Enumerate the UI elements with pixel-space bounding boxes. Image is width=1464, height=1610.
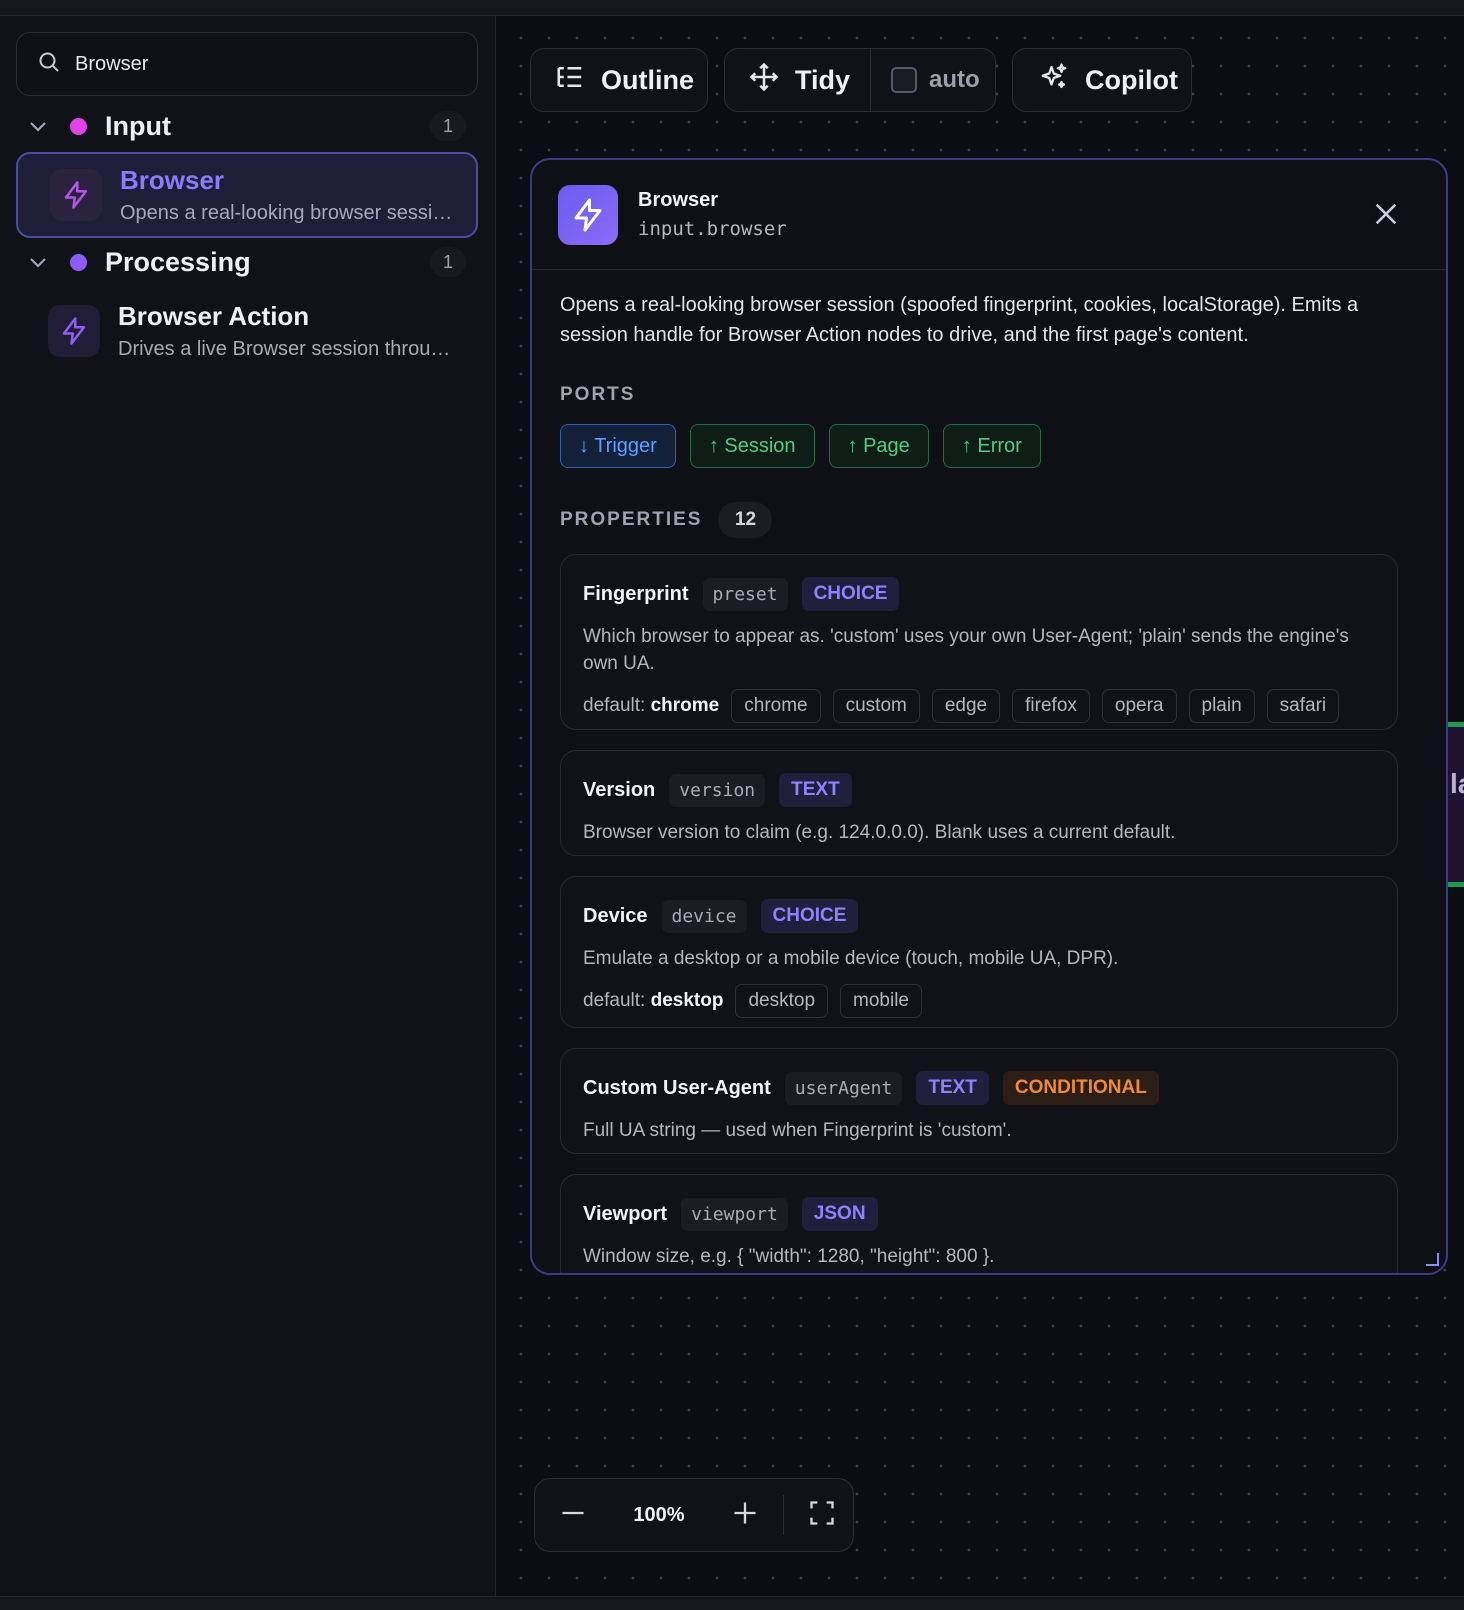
- panel-title: Browser: [638, 189, 719, 211]
- property-name: Fingerprint: [583, 582, 689, 605]
- property-options: default: desktop desktop mobile: [583, 984, 1375, 1018]
- auto-label: auto: [929, 66, 980, 93]
- canvas-node-peek-label: la: [1450, 768, 1464, 799]
- property-description: Emulate a desktop or a mobile device (to…: [583, 948, 1119, 969]
- group-title: Processing: [105, 246, 251, 277]
- properties-heading: PROPERTIES 12: [560, 502, 1420, 538]
- copilot-button[interactable]: Copilot: [1012, 48, 1192, 112]
- property-card-version[interactable]: Version version TEXT Browser version to …: [560, 750, 1398, 856]
- group-count-badge: 1: [430, 247, 466, 277]
- node-type-id: input.browser: [638, 218, 787, 240]
- tidy-group: Tidy auto: [724, 48, 996, 112]
- auto-checkbox[interactable]: [891, 67, 918, 93]
- property-name: Device: [583, 904, 648, 927]
- option-chip: mobile: [840, 984, 922, 1018]
- node-description: Opens a real-looking browser session (sp…: [560, 294, 1359, 346]
- property-name: Viewport: [583, 1202, 668, 1225]
- default-value: default: desktop: [583, 990, 724, 1011]
- lightning-icon: [558, 184, 618, 245]
- outline-label: Outline: [601, 64, 694, 95]
- property-card-custom-user-agent[interactable]: Custom User-Agent userAgent TEXT CONDITI…: [560, 1048, 1398, 1154]
- node-library-sidebar: Input 1 Browser Opens a real-looking bro…: [0, 16, 496, 1596]
- property-options: default: chrome chrome custom edge firef…: [583, 689, 1375, 723]
- divider: [783, 1495, 784, 1535]
- top-bar: [0, 0, 1464, 16]
- category-dot: [70, 253, 87, 271]
- property-name: Custom User-Agent: [583, 1076, 771, 1099]
- option-chip: custom: [832, 689, 920, 723]
- bottom-bar: [0, 1596, 1464, 1610]
- node-detail-panel: Browser input.browser Opens a real-looki…: [530, 158, 1448, 1275]
- properties-count-badge: 12: [718, 502, 773, 538]
- fit-view-icon[interactable]: [808, 1499, 836, 1532]
- group-header-input[interactable]: Input 1: [26, 106, 466, 146]
- property-description: Window size, e.g. { "width": 1280, "heig…: [583, 1246, 995, 1267]
- tidy-button[interactable]: Tidy: [795, 65, 850, 96]
- default-value: default: chrome: [583, 695, 720, 716]
- search-input[interactable]: [75, 52, 455, 76]
- property-key: userAgent: [784, 1071, 903, 1105]
- node-item-browser[interactable]: Browser Opens a real-looking browser ses…: [16, 152, 478, 238]
- outline-icon: [555, 62, 601, 99]
- type-badge: CHOICE: [801, 577, 900, 611]
- option-chip: plain: [1188, 689, 1255, 723]
- divider: [870, 48, 872, 112]
- group-title: Input: [105, 110, 171, 141]
- lightning-icon: [48, 305, 100, 357]
- property-description: Browser version to claim (e.g. 124.0.0.0…: [583, 822, 1176, 843]
- node-title: Browser Action: [118, 301, 310, 331]
- port-session[interactable]: ↑ Session: [689, 424, 815, 468]
- option-chip: desktop: [735, 984, 829, 1018]
- option-chip: opera: [1101, 689, 1177, 723]
- node-item-browser-action[interactable]: Browser Action Drives a live Browser ses…: [16, 288, 478, 374]
- type-badge: TEXT: [916, 1071, 989, 1105]
- zoom-level: 100%: [633, 1503, 685, 1526]
- category-dot: [70, 117, 87, 135]
- type-badge: CHOICE: [760, 899, 859, 933]
- move-icon[interactable]: [749, 62, 795, 99]
- option-chip: safari: [1266, 689, 1340, 723]
- property-key: device: [661, 899, 747, 933]
- sparkles-icon: [1039, 62, 1085, 99]
- search-icon: [37, 50, 61, 79]
- ports-list: ↓ Trigger ↑ Session ↑ Page ↑ Error: [560, 424, 1420, 468]
- close-icon[interactable]: [1372, 200, 1400, 228]
- type-badge: JSON: [801, 1197, 878, 1231]
- group-header-processing[interactable]: Processing 1: [26, 242, 466, 282]
- property-card-device[interactable]: Device device CHOICE Emulate a desktop o…: [560, 876, 1398, 1028]
- outline-button[interactable]: Outline: [530, 48, 708, 112]
- node-description: Opens a real-looking browser session (sp…: [120, 202, 460, 224]
- resize-handle-icon[interactable]: [1422, 1249, 1440, 1267]
- property-key: version: [669, 773, 766, 807]
- type-badge: TEXT: [779, 773, 852, 807]
- chevron-down-icon[interactable]: [26, 250, 50, 274]
- property-card-viewport[interactable]: Viewport viewport JSON Window size, e.g.…: [560, 1174, 1398, 1273]
- option-chip: edge: [931, 689, 1001, 723]
- search-box[interactable]: [16, 32, 478, 96]
- property-card-fingerprint[interactable]: Fingerprint preset CHOICE Which browser …: [560, 554, 1398, 730]
- group-count-badge: 1: [430, 111, 466, 141]
- zoom-controls: 100%: [534, 1478, 854, 1552]
- node-description: Drives a live Browser session through ac…: [118, 338, 458, 360]
- canvas-node-peek[interactable]: [1448, 722, 1464, 887]
- property-name: Version: [583, 778, 656, 801]
- chevron-down-icon[interactable]: [26, 114, 50, 138]
- option-chip: chrome: [731, 689, 821, 723]
- option-chip: firefox: [1012, 689, 1090, 723]
- zoom-out-icon[interactable]: [559, 1499, 587, 1532]
- zoom-in-icon[interactable]: [731, 1499, 759, 1532]
- conditional-badge: CONDITIONAL: [1002, 1071, 1159, 1105]
- lightning-icon: [50, 169, 102, 221]
- port-error[interactable]: ↑ Error: [942, 424, 1041, 468]
- panel-header: Browser input.browser: [532, 160, 1446, 270]
- property-description: Which browser to appear as. 'custom' use…: [583, 626, 1349, 674]
- port-page[interactable]: ↑ Page: [828, 424, 929, 468]
- property-description: Full UA string — used when Fingerprint i…: [583, 1120, 1012, 1141]
- port-trigger[interactable]: ↓ Trigger: [560, 424, 676, 468]
- copilot-label: Copilot: [1085, 64, 1178, 95]
- property-key: viewport: [681, 1197, 788, 1231]
- node-title: Browser: [120, 165, 225, 195]
- property-key: preset: [702, 577, 788, 611]
- ports-heading: PORTS: [560, 384, 636, 405]
